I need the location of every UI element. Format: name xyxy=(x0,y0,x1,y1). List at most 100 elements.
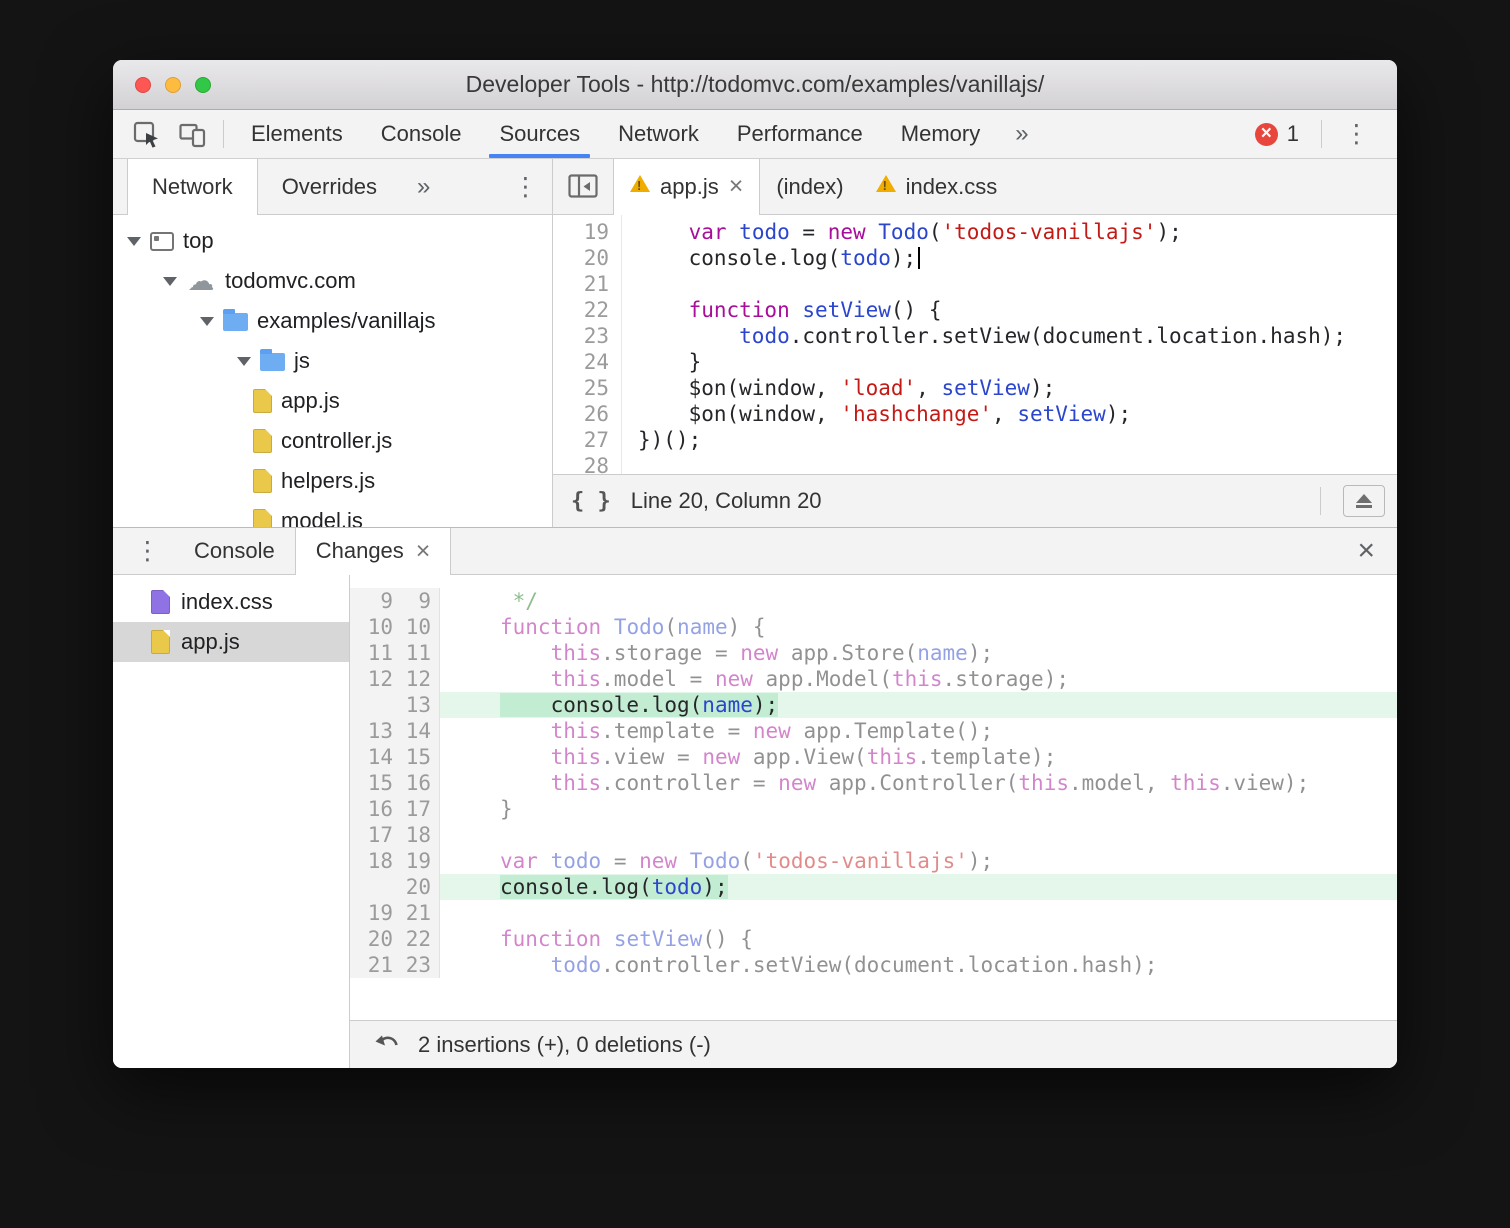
tree-item-controller-js[interactable]: controller.js xyxy=(113,421,552,461)
panel-tab-elements[interactable]: Elements xyxy=(232,110,362,158)
tree-item-label: helpers.js xyxy=(281,468,376,493)
code-line[interactable]: } xyxy=(638,349,1397,375)
code-line[interactable]: console.log(todo); xyxy=(638,245,1397,271)
close-tab-icon[interactable] xyxy=(416,539,431,564)
line-number[interactable]: 24 xyxy=(553,349,609,375)
code-line[interactable]: var todo = new Todo('todos-vanillajs'); xyxy=(638,219,1397,245)
hide-navigator-button[interactable] xyxy=(553,159,613,214)
code-token: ); xyxy=(890,246,917,270)
new-line-number: 23 xyxy=(405,953,431,977)
close-tab-icon[interactable] xyxy=(729,174,744,199)
revert-changes-button[interactable] xyxy=(374,1033,402,1057)
changes-file-app-js[interactable]: app.js xyxy=(113,622,349,662)
line-number[interactable]: 19 xyxy=(553,219,609,245)
tree-item-helpers-js[interactable]: helpers.js xyxy=(113,461,552,501)
statusbar-right xyxy=(1312,485,1385,517)
diff-line-numbers: 99 xyxy=(350,588,440,614)
code-line[interactable] xyxy=(638,271,1397,297)
minimize-window-button[interactable] xyxy=(165,76,181,93)
device-toolbar-button[interactable] xyxy=(169,110,215,158)
tree-item-examples-vanillajs[interactable]: examples/vanillajs xyxy=(113,301,552,341)
line-number[interactable]: 26 xyxy=(553,401,609,427)
line-number[interactable]: 22 xyxy=(553,297,609,323)
tree-item-js[interactable]: js xyxy=(113,341,552,381)
old-line-number: 18 xyxy=(367,849,393,873)
pretty-print-button[interactable] xyxy=(571,489,611,514)
expand-arrow-icon[interactable] xyxy=(163,276,177,286)
navigator-menu-button[interactable] xyxy=(499,159,552,214)
panel-tab-sources[interactable]: Sources xyxy=(480,110,599,158)
drawer-tab-changes[interactable]: Changes xyxy=(294,528,452,575)
code-token: ); xyxy=(967,641,994,665)
traffic-lights xyxy=(135,60,211,109)
panel-tab-network[interactable]: Network xyxy=(599,110,718,158)
navigator-tabs: Network Overrides xyxy=(127,159,401,215)
old-line-number: 11 xyxy=(367,641,393,665)
devtools-menu-button[interactable] xyxy=(1330,119,1383,149)
tree-item-model-js[interactable]: model.js xyxy=(113,501,552,527)
changes-file-index-css[interactable]: index.css xyxy=(113,582,349,622)
diff-row: 14 15 this.view = new app.View(this.templ… xyxy=(350,744,1397,770)
line-number[interactable]: 25 xyxy=(553,375,609,401)
editor-tab-index[interactable]: (index) xyxy=(760,159,859,214)
code-token: todo xyxy=(739,220,790,244)
code-token: todo xyxy=(840,246,891,270)
code-token: new xyxy=(740,641,779,665)
diff-code-line: */ xyxy=(440,588,1397,614)
diff-line-numbers: 16 17 xyxy=(350,796,440,822)
expand-arrow-icon[interactable] xyxy=(200,316,214,326)
editor-code[interactable]: var todo = new Todo('todos-vanillajs'); … xyxy=(622,215,1397,474)
line-number[interactable]: 27 xyxy=(553,427,609,453)
editor-tab-index-css[interactable]: index.css xyxy=(860,159,1014,214)
new-line-number: 21 xyxy=(405,901,431,925)
navigator-more-tabs-button[interactable]: » xyxy=(401,159,446,214)
line-number[interactable]: 20 xyxy=(553,245,609,271)
close-window-button[interactable] xyxy=(135,76,151,93)
titlebar: Developer Tools - http://todomvc.com/exa… xyxy=(113,60,1397,110)
inspect-element-button[interactable] xyxy=(123,110,169,158)
code-line[interactable]: todo.controller.setView(document.locatio… xyxy=(638,323,1397,349)
line-number[interactable]: 23 xyxy=(553,323,609,349)
navigator-tab-overrides[interactable]: Overrides xyxy=(258,159,401,214)
file-yellow-icon xyxy=(151,630,170,654)
old-line-number: 16 xyxy=(367,797,393,821)
code-line[interactable]: })(); xyxy=(638,427,1397,453)
editor-tab-app-js[interactable]: app.js xyxy=(613,159,761,215)
navigator-tab-network[interactable]: Network xyxy=(127,159,258,215)
code-line[interactable]: $on(window, 'load', setView); xyxy=(638,375,1397,401)
diff-view: 99 */10 10 function Todo(name) {11 11 this.… xyxy=(350,575,1397,1068)
code-line[interactable]: $on(window, 'hashchange', setView); xyxy=(638,401,1397,427)
editor-tab-label: (index) xyxy=(776,173,844,199)
tree-item-top[interactable]: top xyxy=(113,221,552,261)
tree-item-todomvc-com[interactable]: todomvc.com xyxy=(113,261,552,301)
code-line[interactable]: function setView() { xyxy=(638,297,1397,323)
panel-tab-memory[interactable]: Memory xyxy=(882,110,999,158)
more-panels-button[interactable]: » xyxy=(999,110,1044,158)
code-token: .model = xyxy=(601,667,715,691)
code-token: todo xyxy=(651,875,703,899)
code-line[interactable] xyxy=(638,453,1397,474)
error-badge-icon[interactable] xyxy=(1254,122,1278,146)
panel-tab-console[interactable]: Console xyxy=(362,110,481,158)
code-token: app.Template(); xyxy=(790,719,994,743)
diff-line-numbers: 20 22 xyxy=(350,926,440,952)
eject-button[interactable] xyxy=(1343,485,1385,517)
new-line-number: 12 xyxy=(405,667,431,691)
drawer-tab-console[interactable]: Console xyxy=(174,528,295,574)
zoom-window-button[interactable] xyxy=(195,76,211,93)
code-token: 'load' xyxy=(840,376,917,400)
diff-code-line: this.controller = new app.Controller(thi… xyxy=(440,770,1397,796)
line-number[interactable]: 28 xyxy=(553,453,609,474)
tree-item-app-js[interactable]: app.js xyxy=(113,381,552,421)
panel-tab-performance[interactable]: Performance xyxy=(718,110,882,158)
line-number[interactable]: 21 xyxy=(553,271,609,297)
drawer-menu-button[interactable] xyxy=(121,528,174,574)
devtools-window: Developer Tools - http://todomvc.com/exa… xyxy=(113,60,1397,1068)
expand-arrow-icon[interactable] xyxy=(127,236,141,246)
close-drawer-button[interactable] xyxy=(1335,528,1397,574)
expand-arrow-icon[interactable] xyxy=(237,356,251,366)
